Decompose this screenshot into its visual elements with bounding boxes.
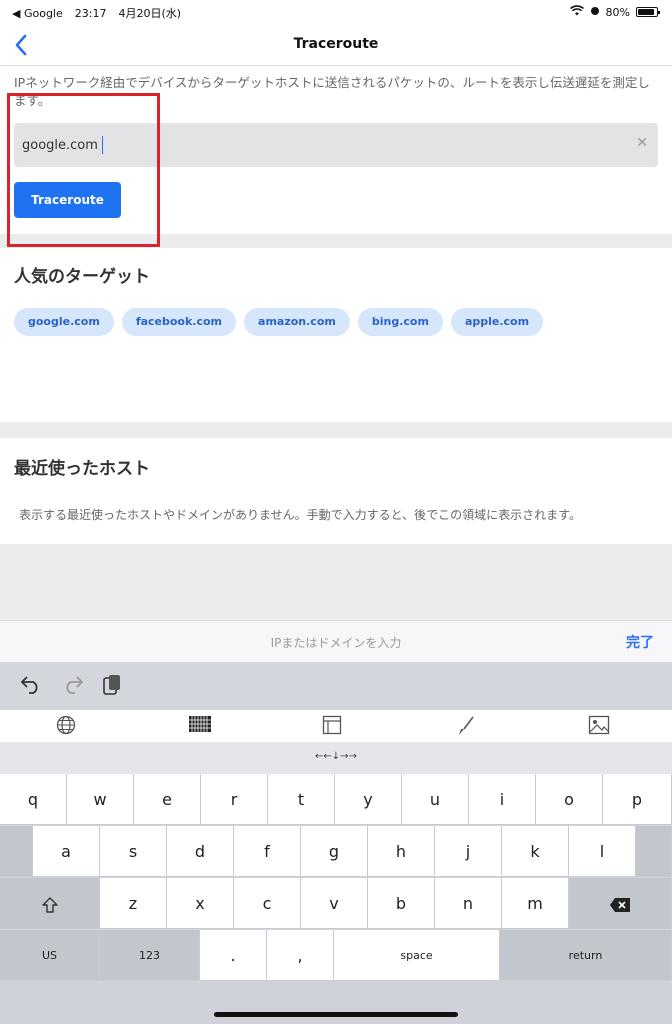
- key-s[interactable]: s: [100, 826, 167, 877]
- redo-icon[interactable]: [62, 674, 84, 699]
- key-n[interactable]: n: [435, 878, 502, 929]
- page-title: Traceroute: [293, 36, 379, 52]
- popular-targets-list: google.com facebook.com amazon.com bing.…: [14, 308, 544, 336]
- key-t[interactable]: t: [268, 774, 335, 825]
- key-row2-right-pad: [636, 826, 672, 877]
- input-placeholder-hint: IPまたはドメインを入力: [270, 636, 402, 650]
- undo-icon[interactable]: [20, 674, 42, 699]
- key-r[interactable]: r: [201, 774, 268, 825]
- key-i[interactable]: i: [469, 774, 536, 825]
- key-y[interactable]: y: [335, 774, 402, 825]
- comma-key[interactable]: ,: [267, 930, 334, 981]
- key-row2-left-pad: [0, 826, 33, 877]
- backspace-icon: [610, 897, 630, 912]
- key-z[interactable]: z: [100, 878, 167, 929]
- key-f[interactable]: f: [234, 826, 301, 877]
- target-chip-amazon[interactable]: amazon.com: [244, 308, 350, 336]
- done-button[interactable]: 完了: [626, 632, 654, 652]
- key-q[interactable]: q: [0, 774, 67, 825]
- paste-icon[interactable]: [102, 674, 122, 701]
- recent-hosts-section: 最近使ったホスト 表示する最近使ったホストやドメインがありません。手動で入力する…: [0, 438, 672, 544]
- key-c[interactable]: c: [234, 878, 301, 929]
- shift-key[interactable]: [0, 878, 100, 929]
- key-row-2: a s d f g h j k l: [0, 826, 672, 878]
- back-to-app-link[interactable]: ◀ Google: [12, 7, 63, 20]
- home-indicator[interactable]: [214, 1012, 458, 1017]
- key-l[interactable]: l: [569, 826, 636, 877]
- key-a[interactable]: a: [33, 826, 100, 877]
- status-bar: ◀ Google 23:17 4月20日(水) 80%: [0, 0, 672, 24]
- key-x[interactable]: x: [167, 878, 234, 929]
- popular-targets-title: 人気のターゲット: [14, 267, 150, 287]
- key-m[interactable]: m: [502, 878, 569, 929]
- period-key[interactable]: .: [200, 930, 267, 981]
- key-d[interactable]: d: [167, 826, 234, 877]
- cursor-arrow-bar: ←←↓→→: [0, 742, 672, 774]
- battery-icon: [636, 7, 660, 17]
- key-w[interactable]: w: [67, 774, 134, 825]
- keyboard-mode-bar: [0, 710, 672, 742]
- popular-targets-section: 人気のターゲット google.com facebook.com amazon.…: [0, 248, 672, 422]
- battery-percent: 80%: [605, 5, 630, 19]
- image-icon[interactable]: [588, 715, 610, 740]
- target-chip-google[interactable]: google.com: [14, 308, 114, 336]
- language-key[interactable]: US: [0, 930, 100, 981]
- key-j[interactable]: j: [435, 826, 502, 877]
- target-chip-apple[interactable]: apple.com: [450, 308, 544, 336]
- key-p[interactable]: p: [603, 774, 672, 825]
- clear-icon[interactable]: ✕: [636, 135, 648, 151]
- window-layout-icon[interactable]: [322, 715, 342, 740]
- shift-icon: [41, 896, 58, 913]
- return-key[interactable]: return: [500, 930, 672, 981]
- key-h[interactable]: h: [368, 826, 435, 877]
- key-v[interactable]: v: [301, 878, 368, 929]
- space-key[interactable]: space: [334, 930, 500, 981]
- numbers-key[interactable]: 123: [100, 930, 200, 981]
- key-u[interactable]: u: [402, 774, 469, 825]
- status-date: 4月20日(水): [118, 7, 182, 20]
- key-b[interactable]: b: [368, 878, 435, 929]
- keyboard-shortcut-bar: [0, 662, 672, 710]
- key-row-1: q w e r t y u i o p: [0, 774, 672, 826]
- key-o[interactable]: o: [536, 774, 603, 825]
- highlight-annotation-box: [7, 93, 160, 247]
- cursor-arrow-keys[interactable]: ←←↓→→: [0, 751, 672, 762]
- keyboard-layout-icon[interactable]: [188, 715, 212, 738]
- wifi-icon: [569, 5, 584, 19]
- key-k[interactable]: k: [502, 826, 569, 877]
- target-chip-bing[interactable]: bing.com: [357, 308, 443, 336]
- key-e[interactable]: e: [134, 774, 201, 825]
- keyboard-accessory-toolbar: IPまたはドメインを入力 完了: [0, 620, 672, 662]
- status-time: 23:17: [74, 6, 107, 20]
- key-g[interactable]: g: [301, 826, 368, 877]
- alarm-icon: [590, 5, 600, 19]
- navigation-bar: Traceroute: [0, 24, 672, 66]
- key-row-3: z x c v b n m: [0, 878, 672, 930]
- recent-hosts-empty-message: 表示する最近使ったホストやドメインがありません。手動で入力すると、後でこの領域に…: [19, 508, 581, 522]
- target-chip-facebook[interactable]: facebook.com: [121, 308, 237, 336]
- key-row-4: US 123 . , space return: [0, 930, 672, 982]
- delete-key[interactable]: [569, 878, 672, 929]
- recent-hosts-title: 最近使ったホスト: [14, 459, 150, 479]
- brush-icon[interactable]: [456, 715, 476, 742]
- software-keyboard: ←←↓→→ q w e r t y u i o p a s d f g h j …: [0, 662, 672, 1024]
- globe-icon[interactable]: [56, 715, 76, 740]
